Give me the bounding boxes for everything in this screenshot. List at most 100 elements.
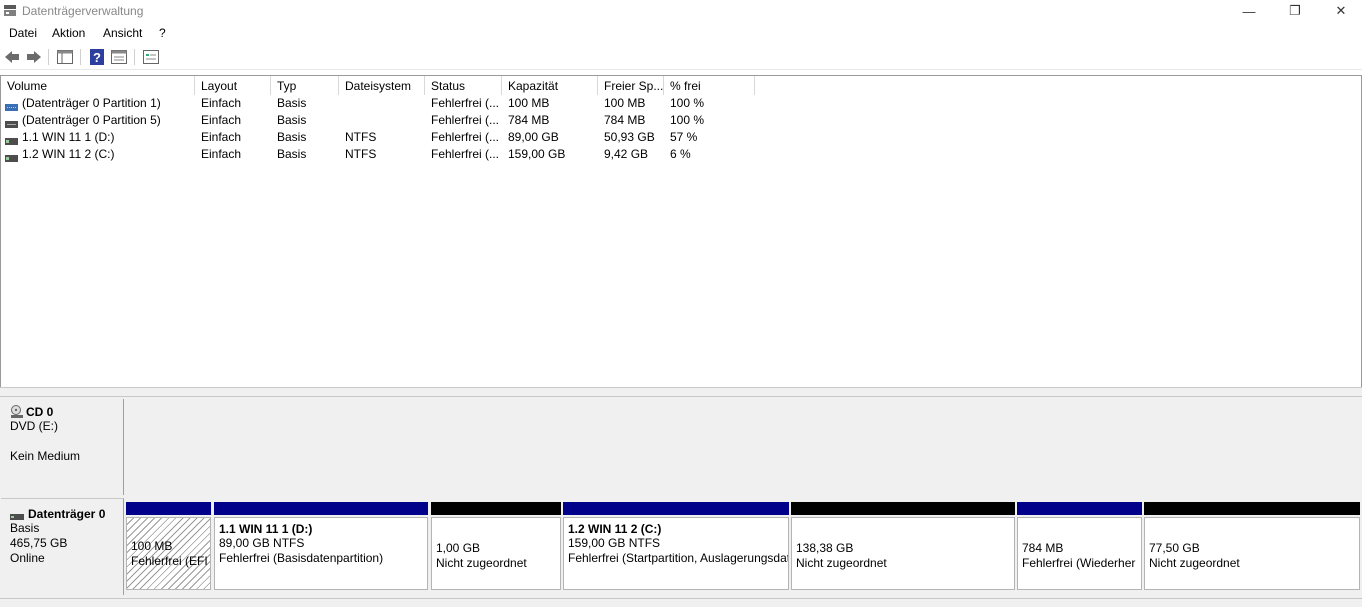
partition-bar (1017, 502, 1142, 515)
cd-0-body (125, 399, 1362, 495)
partition-efi[interactable]: 100 MB Fehlerfrei (EFI (125, 502, 212, 590)
unallocated-2[interactable]: 138,38 GB Nicht zugeordnet (790, 502, 1016, 590)
partition-size: 100 MB (131, 539, 173, 553)
table-row[interactable]: (Datenträger 0 Partition 1) Einfach Basi… (1, 95, 1361, 112)
toolbar-separator (48, 49, 49, 65)
unallocated-3[interactable]: 77,50 GB Nicht zugeordnet (1143, 502, 1361, 590)
unallocated-1[interactable]: 1,00 GB Nicht zugeordnet (430, 502, 562, 590)
cell-prozent-frei: 100 % (670, 96, 705, 110)
partition-bar (126, 502, 211, 515)
column-prozent-frei[interactable]: % frei (664, 76, 755, 95)
cell-prozent-frei: 100 % (670, 113, 705, 127)
pane-splitter[interactable] (0, 387, 1362, 397)
disk-0-size: 465,75 GB (10, 536, 68, 550)
cell-volume: 1.2 WIN 11 2 (C:) (22, 147, 115, 161)
cell-kapazitaet: 89,00 GB (508, 130, 559, 144)
column-dateisystem[interactable]: Dateisystem (339, 76, 425, 95)
cd-0-media: Kein Medium (10, 449, 81, 463)
toolbar: ? (0, 44, 1362, 70)
partition-icon (5, 117, 18, 128)
column-kapazitaet[interactable]: Kapazität (502, 76, 598, 95)
partition-status: Nicht zugeordnet (1149, 556, 1240, 570)
menu-aktion[interactable]: Aktion (52, 26, 85, 40)
toolbar-separator (134, 49, 135, 65)
cell-typ: Basis (277, 147, 307, 161)
volume-list-header: Volume Layout Typ Dateisystem Status Kap… (1, 76, 1361, 95)
cd-0-label[interactable]: CD 0 DVD (E:) Kein Medium (1, 399, 124, 495)
console-tree-icon[interactable] (56, 48, 74, 66)
menu-ansicht[interactable]: Ansicht (103, 26, 142, 40)
column-typ[interactable]: Typ (271, 76, 339, 95)
partition-size: 138,38 GB (796, 541, 854, 555)
column-status[interactable]: Status (425, 76, 502, 95)
status-strip (0, 598, 1362, 607)
partition-status: Fehlerfrei (EFI (131, 554, 208, 568)
menu-bar: Datei Aktion Ansicht ? (0, 22, 1362, 44)
cell-prozent-frei: 6 % (670, 147, 691, 161)
table-row[interactable]: 1.2 WIN 11 2 (C:) Einfach Basis NTFS Feh… (1, 146, 1361, 163)
cell-freier-speicher: 50,93 GB (604, 130, 655, 144)
partition-box: 100 MB Fehlerfrei (EFI (126, 517, 211, 590)
partition-box: 1.2 WIN 11 2 (C:) 159,00 GB NTFS Fehlerf… (563, 517, 789, 590)
partition-win11-2-c[interactable]: 1.2 WIN 11 2 (C:) 159,00 GB NTFS Fehlerf… (562, 502, 790, 590)
cell-typ: Basis (277, 113, 307, 127)
minimize-button[interactable]: — (1226, 0, 1272, 22)
volume-list: Volume Layout Typ Dateisystem Status Kap… (0, 75, 1362, 387)
forward-arrow-icon[interactable] (25, 48, 43, 66)
disk-0-type: Basis (10, 521, 40, 535)
cd-0-drive: DVD (E:) (10, 419, 58, 433)
column-layout[interactable]: Layout (195, 76, 271, 95)
partition-size: 1,00 GB (436, 541, 481, 555)
cell-kapazitaet: 100 MB (508, 96, 550, 110)
partition-box: 77,50 GB Nicht zugeordnet (1144, 517, 1360, 590)
partition-size: 77,50 GB (1149, 541, 1200, 555)
partition-status: Fehlerfrei (Startpartition, Auslagerungs… (568, 551, 789, 565)
cell-layout: Einfach (201, 147, 242, 161)
cell-dateisystem: NTFS (345, 130, 377, 144)
cd-drive-icon (10, 405, 24, 419)
menu-datei[interactable]: Datei (9, 26, 37, 40)
partition-box: 138,38 GB Nicht zugeordnet (791, 517, 1015, 590)
disk-0-partitions: 100 MB Fehlerfrei (EFI 1.1 WIN 11 1 (D:)… (125, 502, 1362, 590)
cell-typ: Basis (277, 130, 307, 144)
partition-size: 159,00 GB NTFS (568, 536, 661, 550)
cd-0-title: CD 0 (26, 405, 54, 419)
cell-kapazitaet: 784 MB (508, 113, 550, 127)
partition-bar (791, 502, 1015, 515)
column-volume[interactable]: Volume (1, 76, 195, 95)
partition-box: 784 MB Fehlerfrei (Wiederher (1017, 517, 1142, 590)
column-freier-speicher[interactable]: Freier Sp... (598, 76, 664, 95)
disk-0-label[interactable]: Datenträger 0 Basis 465,75 GB Online (1, 498, 124, 595)
cell-status: Fehlerfrei (... (431, 147, 500, 161)
cell-prozent-frei: 57 % (670, 130, 698, 144)
table-row[interactable]: (Datenträger 0 Partition 5) Einfach Basi… (1, 112, 1361, 129)
disk-graphic-view: CD 0 DVD (E:) Kein Medium Datenträger 0 … (0, 397, 1362, 607)
partition-bar (1144, 502, 1360, 515)
table-row[interactable]: 1.1 WIN 11 1 (D:) Einfach Basis NTFS Feh… (1, 129, 1361, 146)
cell-layout: Einfach (201, 113, 242, 127)
cell-layout: Einfach (201, 96, 242, 110)
cell-volume: 1.1 WIN 11 1 (D:) (22, 130, 115, 144)
partition-name: 1.1 WIN 11 1 (D:) (219, 522, 313, 536)
maximize-button[interactable]: ❐ (1272, 0, 1318, 22)
cell-typ: Basis (277, 96, 307, 110)
cell-kapazitaet: 159,00 GB (508, 147, 566, 161)
disk-view-icon[interactable] (142, 48, 160, 66)
back-arrow-icon[interactable] (3, 48, 21, 66)
menu-help[interactable]: ? (159, 26, 166, 40)
close-button[interactable]: ✕ (1318, 0, 1362, 22)
partition-win11-1-d[interactable]: 1.1 WIN 11 1 (D:) 89,00 GB NTFS Fehlerfr… (213, 502, 429, 590)
cell-dateisystem: NTFS (345, 147, 377, 161)
drive-icon (5, 134, 18, 145)
cell-volume: (Datenträger 0 Partition 1) (22, 96, 161, 110)
partition-bar (214, 502, 428, 515)
partition-status: Fehlerfrei (Wiederher (1022, 556, 1136, 570)
cell-freier-speicher: 9,42 GB (604, 147, 649, 161)
partition-bar (563, 502, 789, 515)
partition-name: 1.2 WIN 11 2 (C:) (568, 522, 662, 536)
properties-icon[interactable] (110, 48, 128, 66)
partition-recovery[interactable]: 784 MB Fehlerfrei (Wiederher (1016, 502, 1143, 590)
disk-management-app-icon (3, 4, 17, 17)
drive-icon (5, 151, 18, 162)
help-icon[interactable]: ? (88, 48, 106, 66)
